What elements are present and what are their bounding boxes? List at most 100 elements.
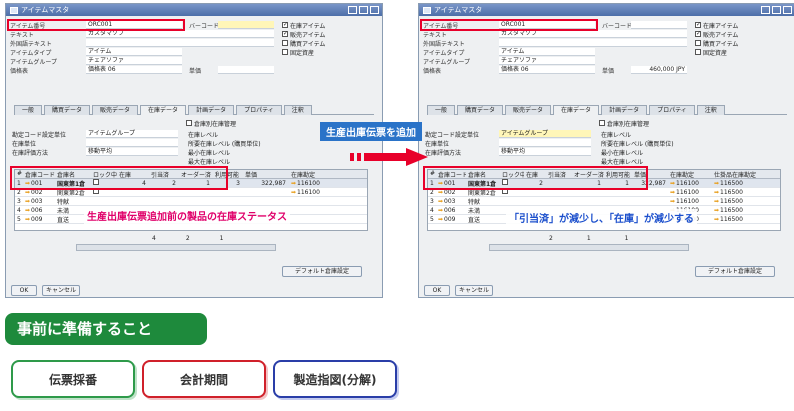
tab-remarks[interactable]: 注釈 — [696, 105, 725, 115]
inventory-unit-label: 在庫単位 — [425, 140, 450, 148]
fixed-asset-checkbox[interactable] — [282, 49, 288, 55]
inventory-item-checkbox[interactable] — [695, 21, 701, 28]
required-level-label: 所要在庫レベル (購買単位) — [601, 140, 674, 148]
warehouse-mgmt-checkbox[interactable] — [186, 120, 192, 126]
total-available: 1 — [624, 234, 629, 242]
link-arrow-icon[interactable]: ➡ — [714, 207, 719, 214]
link-arrow-icon[interactable]: ➡ — [291, 189, 296, 196]
inventory-unit-field[interactable] — [499, 139, 591, 147]
production-order-disassembly-button[interactable]: 製造指図(分解) — [273, 360, 397, 398]
link-arrow-icon[interactable]: ➡ — [714, 180, 719, 187]
cell: 003 — [31, 197, 43, 205]
item-type-label: アイテムタイプ — [423, 49, 465, 57]
barcode-field[interactable] — [631, 21, 687, 29]
link-arrow-icon[interactable]: ➡ — [714, 216, 719, 223]
tab-strip: 一般 購買データ 販売データ 在庫データ 計画データ プロパティ 注釈 — [427, 105, 787, 115]
item-master-window-after: アイテムマスタ アイテム番号 ORC001 バーコード テキスト カスタマソフ … — [418, 3, 794, 298]
ok-button[interactable]: OK — [11, 285, 37, 296]
tab-inventory[interactable]: 在庫データ — [140, 105, 187, 115]
tab-general[interactable]: 一般 — [427, 105, 456, 115]
foreign-text-field[interactable] — [499, 39, 687, 47]
inventory-item-checkbox[interactable] — [282, 21, 288, 28]
price-list-select[interactable]: 価格表 06 — [499, 66, 595, 74]
valuation-method-field[interactable]: 移動平均 — [86, 148, 178, 156]
link-arrow-icon[interactable]: ➡ — [714, 198, 719, 205]
document-numbering-button[interactable]: 伝票採番 — [11, 360, 135, 398]
default-warehouse-button[interactable]: デフォルト倉庫設定 — [282, 266, 362, 277]
tab-planning[interactable]: 計画データ — [188, 105, 235, 115]
link-arrow-icon[interactable]: ➡ — [670, 189, 675, 196]
barcode-field[interactable] — [218, 21, 274, 29]
tab-properties[interactable]: プロパティ — [236, 105, 282, 115]
link-arrow-icon[interactable]: ➡ — [714, 189, 719, 196]
sales-item-checkbox[interactable] — [695, 30, 701, 37]
unit-price-label: 単価 — [602, 67, 615, 75]
item-group-select[interactable]: チェアソファ — [499, 57, 595, 65]
link-arrow-icon[interactable]: ➡ — [438, 216, 443, 223]
tab-properties[interactable]: プロパティ — [649, 105, 695, 115]
link-arrow-icon[interactable]: ➡ — [25, 207, 30, 214]
cancel-button[interactable]: キャンセル — [455, 285, 493, 296]
tab-purchase[interactable]: 購買データ — [457, 105, 504, 115]
horizontal-scrollbar[interactable] — [76, 244, 276, 251]
desc-field[interactable]: カスタマソフ — [86, 30, 274, 38]
desc-field[interactable]: カスタマソフ — [499, 30, 687, 38]
sales-item-checkbox[interactable] — [282, 30, 288, 37]
cell: 006 — [31, 206, 43, 214]
warehouse-mgmt-checkbox[interactable] — [599, 120, 605, 126]
after-status-callout: 「引当済」が減少し、「在庫」が減少する — [506, 209, 697, 226]
default-warehouse-button[interactable]: デフォルト倉庫設定 — [695, 266, 775, 277]
gl-method-select[interactable]: アイテムグループ — [499, 130, 591, 138]
tab-sales[interactable]: 販売データ — [505, 105, 552, 115]
horizontal-scrollbar[interactable] — [489, 244, 689, 251]
tab-purchase[interactable]: 購買データ — [44, 105, 91, 115]
col-stock-account: 在庫勘定 — [670, 172, 695, 178]
valuation-method-field[interactable]: 移動平均 — [499, 148, 591, 156]
link-arrow-icon[interactable]: ➡ — [25, 198, 30, 205]
tab-planning[interactable]: 計画データ — [601, 105, 648, 115]
foreign-text-field[interactable] — [86, 39, 274, 47]
item-type-select[interactable]: アイテム — [86, 48, 182, 56]
link-arrow-icon[interactable]: ➡ — [291, 180, 296, 187]
item-group-select[interactable]: チェアソファ — [86, 57, 182, 65]
link-arrow-icon[interactable]: ➡ — [438, 198, 443, 205]
minimize-icon[interactable] — [761, 6, 770, 14]
fixed-asset-checkbox[interactable] — [695, 49, 701, 55]
cell: 116100 — [676, 179, 699, 187]
cell: 特献 — [468, 198, 481, 206]
link-arrow-icon[interactable]: ➡ — [670, 198, 675, 205]
link-arrow-icon[interactable]: ➡ — [25, 216, 30, 223]
item-type-select[interactable]: アイテム — [499, 48, 595, 56]
window-icon — [10, 6, 18, 14]
purchase-item-checkbox[interactable] — [695, 40, 701, 46]
minimize-icon[interactable] — [348, 6, 357, 14]
cancel-button[interactable]: キャンセル — [42, 285, 80, 296]
maximize-icon[interactable] — [772, 6, 781, 14]
ok-button[interactable]: OK — [424, 285, 450, 296]
item-group-label: アイテムグループ — [10, 58, 58, 66]
maximize-icon[interactable] — [359, 6, 368, 14]
price-list-label: 価格表 — [10, 67, 29, 75]
purchase-item-checkbox[interactable] — [282, 40, 288, 46]
window-titlebar: アイテムマスタ — [6, 4, 382, 16]
tab-remarks[interactable]: 注釈 — [283, 105, 312, 115]
gl-method-label: 勘定コード設定単位 — [425, 131, 480, 139]
tab-inventory[interactable]: 在庫データ — [553, 105, 600, 115]
cell: 116500 — [720, 215, 743, 223]
cell: 116100 — [297, 179, 320, 187]
tab-sales[interactable]: 販売データ — [92, 105, 139, 115]
unit-price-field[interactable] — [218, 66, 274, 74]
link-arrow-icon[interactable]: ➡ — [670, 180, 675, 187]
purchase-item-label: 購買アイテム — [290, 40, 326, 48]
unit-price-field[interactable]: 460,000 JPY — [631, 66, 687, 74]
gl-method-select[interactable]: アイテムグループ — [86, 130, 178, 138]
close-icon[interactable] — [370, 6, 379, 14]
price-list-select[interactable]: 価格表 06 — [86, 66, 182, 74]
posting-period-button[interactable]: 会計期間 — [142, 360, 266, 398]
link-arrow-icon[interactable]: ➡ — [438, 207, 443, 214]
tab-general[interactable]: 一般 — [14, 105, 43, 115]
max-level-label: 最大在庫レベル — [188, 158, 231, 166]
cell: 4 — [17, 206, 21, 214]
inventory-unit-field[interactable] — [86, 139, 178, 147]
close-icon[interactable] — [783, 6, 792, 14]
